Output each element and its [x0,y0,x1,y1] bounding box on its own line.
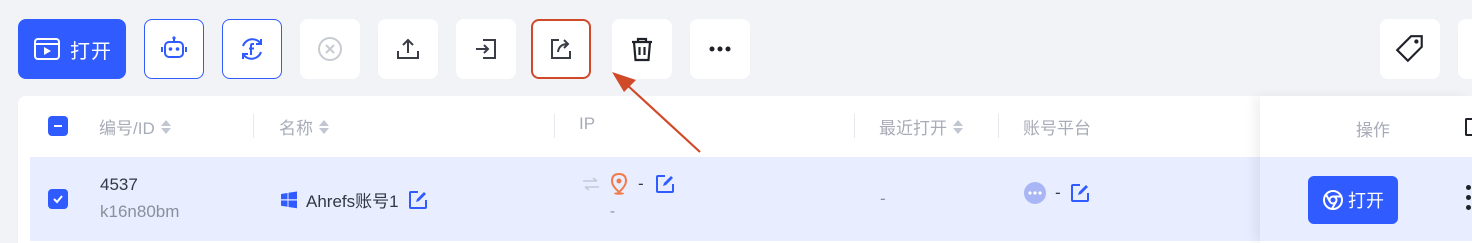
row-open-label: 打开 [1348,191,1384,211]
profile-table: 编号/ID 名称 IP 最近打开 账号平台 4537 k16n80bm Ahre… [18,96,1472,243]
ip-value: - [638,174,644,193]
more-icon [709,46,731,52]
row-more-icon[interactable] [1466,185,1471,210]
header-id-label: 编号/ID [99,119,155,138]
close-browser-button[interactable] [300,19,360,79]
ip-cell: - [582,173,676,195]
browser-window-icon [34,38,60,60]
automation-button[interactable] [144,19,204,79]
location-pin-icon [610,173,628,195]
import-icon [476,39,496,59]
check-icon [53,195,63,204]
toolbar-edge-button[interactable] [1458,19,1472,79]
import-button[interactable] [456,19,516,79]
share-export-icon [551,39,571,59]
header-last-open[interactable]: 最近打开 [879,114,963,139]
tag-icon [1395,35,1423,63]
platform-cell: - [1023,181,1091,205]
delete-button[interactable] [612,19,672,79]
row-checkbox[interactable] [48,189,68,209]
share-button[interactable] [531,19,591,79]
profile-id: 4537 [100,175,138,194]
header-last-open-label: 最近打开 [879,119,947,138]
robot-icon [161,36,187,58]
toolbar: 打开 [0,0,1472,96]
header-id[interactable]: 编号/ID [99,114,171,139]
last-open-value: - [880,189,886,208]
column-divider [998,114,999,138]
sort-icon[interactable] [319,119,329,134]
select-all-checkbox[interactable] [48,116,68,136]
operations-row: 打开 [1260,157,1472,241]
facebook-sync-button[interactable] [222,19,282,79]
open-browser-button[interactable]: 打开 [18,19,126,79]
close-circle-icon [318,37,342,61]
indeterminate-icon [54,125,62,127]
operations-column: 操作 打开 [1260,96,1472,243]
platform-more-icon [1024,182,1046,204]
header-ip-label: IP [579,114,596,133]
edit-platform-icon[interactable] [1069,182,1091,204]
header-platform-label: 账号平台 [1023,119,1091,138]
upload-icon [397,38,419,59]
header-ip: IP [579,114,595,134]
table-row[interactable]: 4537 k16n80bm Ahrefs账号1 - - - - [30,157,1472,241]
row-open-button[interactable]: 打开 [1308,176,1398,224]
chrome-icon [1323,190,1343,210]
header-name[interactable]: 名称 [279,114,329,139]
sort-icon[interactable] [160,119,171,134]
header-name-label: 名称 [279,119,313,138]
table-header: 编号/ID 名称 IP 最近打开 账号平台 [18,96,1472,156]
header-ops: 操作 [1356,121,1390,140]
more-actions-button[interactable] [690,19,750,79]
column-divider [854,114,855,138]
column-divider [554,114,555,138]
windows-icon [281,191,297,208]
profile-code: k16n80bm [100,202,180,221]
platform-value: - [1055,183,1061,202]
edit-ip-icon[interactable] [654,173,676,195]
trash-icon [632,37,652,62]
upload-button[interactable] [378,19,438,79]
edit-name-icon[interactable] [407,189,429,211]
profile-name: Ahrefs账号1 [306,192,399,211]
column-settings-icon[interactable] [1465,118,1472,136]
tag-button[interactable] [1380,19,1440,79]
sort-icon[interactable] [953,119,963,134]
ip-sub-value: - [610,203,615,220]
swap-icon[interactable] [582,177,600,191]
header-platform: 账号平台 [1023,114,1091,139]
facebook-sync-icon [242,38,262,60]
profile-name-cell: Ahrefs账号1 [280,187,429,212]
column-divider [253,114,254,138]
open-button-label: 打开 [70,40,112,63]
